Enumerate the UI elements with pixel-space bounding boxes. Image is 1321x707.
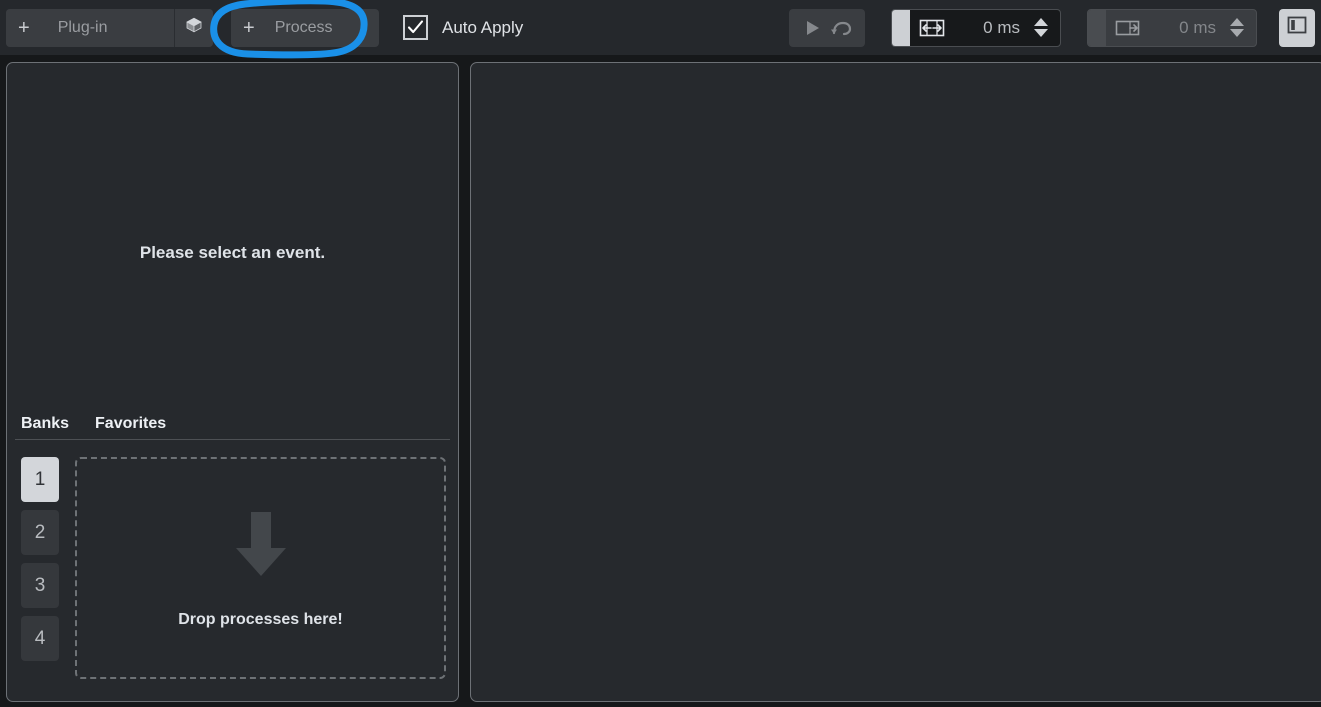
cube-icon — [184, 15, 204, 40]
stepper-up-icon[interactable] — [1230, 18, 1244, 26]
browser-tabs-row: Banks Favorites — [15, 415, 450, 439]
add-plugin-label: Plug-in — [57, 18, 108, 36]
transport-controls[interactable] — [789, 8, 865, 47]
tail-length-value[interactable]: 0 ms — [1141, 18, 1226, 38]
tab-favorites[interactable]: Favorites — [95, 415, 166, 433]
tab-banks[interactable]: Banks — [21, 415, 69, 433]
add-plugin-button[interactable]: + Plug-in — [6, 8, 174, 47]
process-editor-window: + Plug-in + Process Auto Apply 0 ms 0 ms… — [0, 0, 1321, 707]
select-event-message: Please select an event. — [139, 243, 326, 262]
checkmark-icon — [407, 20, 424, 34]
stepper-down-icon[interactable] — [1034, 29, 1048, 37]
bank-button-1[interactable]: 1 — [21, 457, 59, 502]
bank-and-dropzone-area: 1 2 3 4 Drop processes here! — [7, 453, 458, 693]
add-process-button[interactable]: + Process — [231, 8, 379, 47]
auto-apply-label: Auto Apply — [442, 17, 524, 37]
process-dropzone[interactable]: Drop processes here! — [75, 457, 446, 679]
stepper-down-icon[interactable] — [1230, 29, 1244, 37]
tail-length-stepper[interactable] — [1226, 18, 1248, 37]
plus-icon: + — [18, 16, 30, 39]
checkbox-box[interactable] — [403, 15, 428, 40]
top-toolbar: + Plug-in + Process Auto Apply 0 ms 0 ms — [0, 0, 1321, 58]
fade-length-stepper[interactable] — [1030, 18, 1052, 37]
process-editor-panel[interactable] — [470, 62, 1321, 702]
down-arrow-icon — [230, 508, 292, 585]
fade-length-value[interactable]: 0 ms — [945, 18, 1030, 38]
left-panel-toggle-button[interactable] — [1279, 8, 1315, 47]
tabs-divider — [15, 439, 450, 440]
fade-length-field[interactable]: 0 ms — [891, 8, 1061, 47]
play-icon[interactable] — [801, 17, 823, 39]
bank-button-4[interactable]: 4 — [21, 616, 59, 661]
tail-length-field[interactable]: 0 ms — [1087, 8, 1257, 47]
stepper-up-icon[interactable] — [1034, 18, 1048, 26]
fade-active-indicator[interactable] — [892, 9, 910, 46]
add-process-label: Process — [274, 18, 333, 36]
bank-button-3[interactable]: 3 — [21, 563, 59, 608]
plugin-button-group: + Plug-in — [6, 8, 213, 47]
cube-icon-button[interactable] — [175, 8, 213, 47]
process-browser-panel: Please select an event. Banks Favorites … — [6, 62, 459, 702]
auto-apply-checkbox[interactable]: Auto Apply — [403, 15, 523, 40]
browser-tabs: Banks Favorites — [7, 415, 458, 440]
tail-right-icon — [1115, 18, 1141, 38]
bank-selector-column: 1 2 3 4 — [21, 453, 59, 693]
left-panel-icon — [1286, 15, 1308, 40]
tail-active-indicator[interactable] — [1088, 9, 1106, 46]
plus-icon: + — [243, 16, 255, 39]
bank-button-2[interactable]: 2 — [21, 510, 59, 555]
dropzone-label: Drop processes here! — [178, 610, 343, 628]
fade-both-icon — [919, 18, 945, 38]
process-button-wrapper: + Process — [210, 0, 379, 58]
loop-icon[interactable] — [829, 17, 853, 39]
